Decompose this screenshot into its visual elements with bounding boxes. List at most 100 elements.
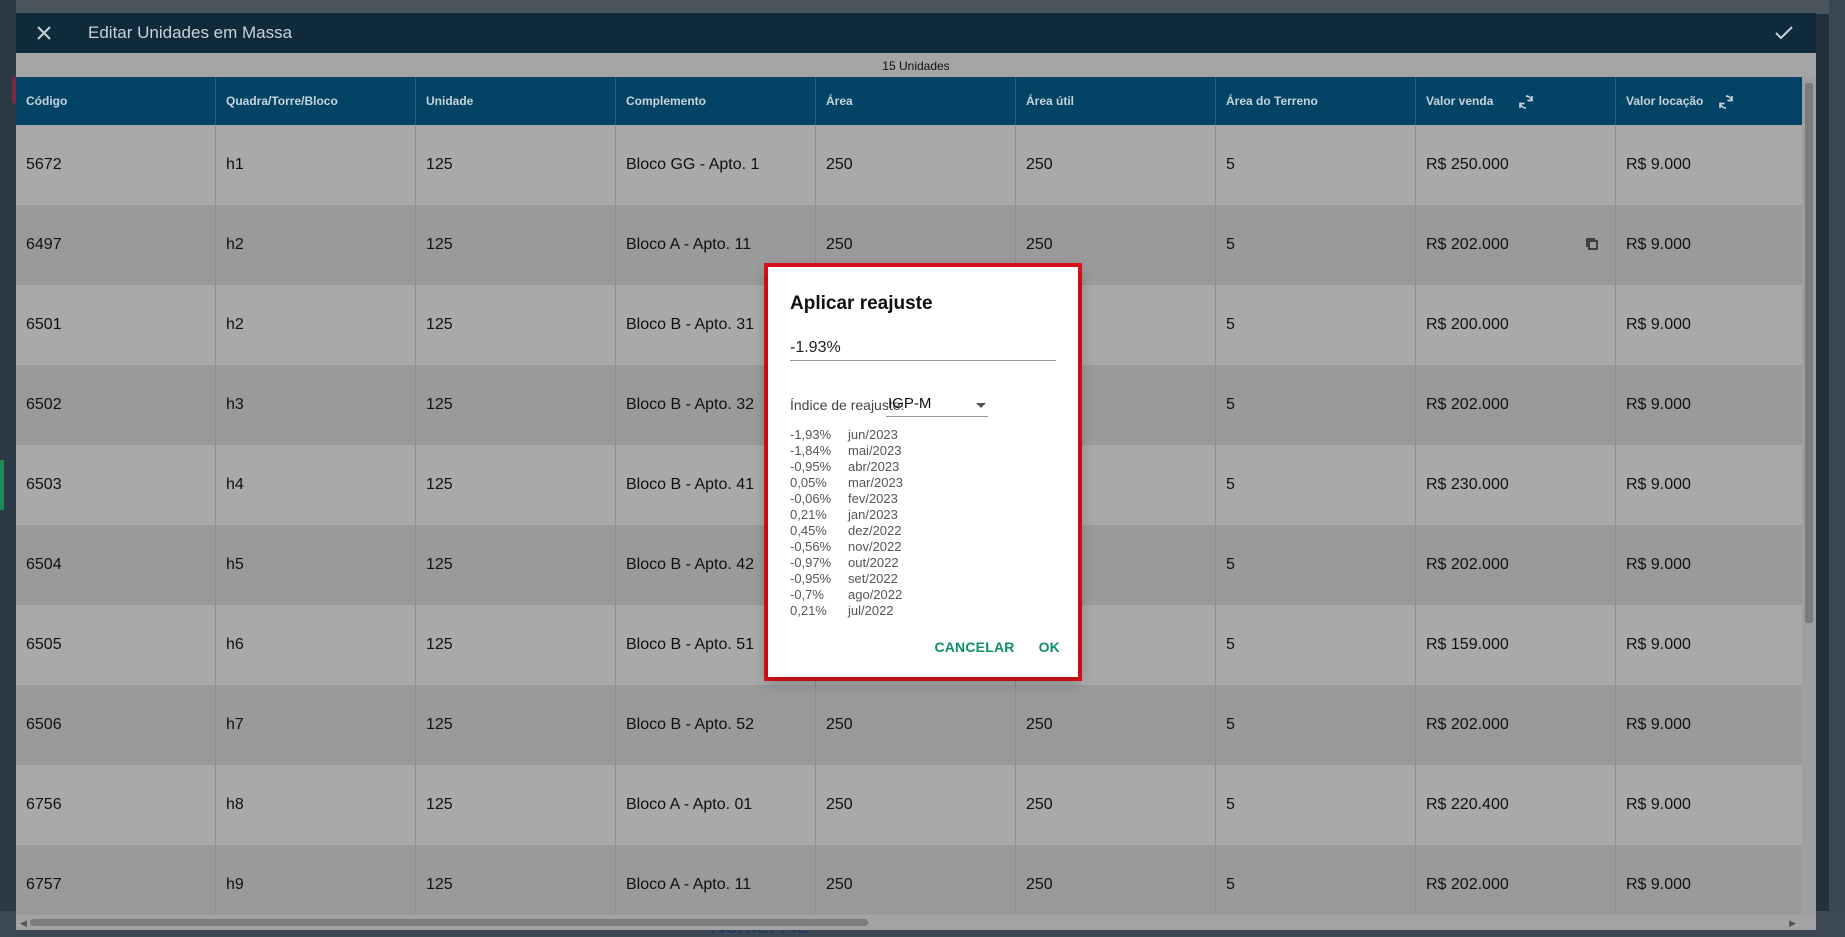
table-cell[interactable]: 5: [1216, 365, 1416, 445]
table-cell[interactable]: 125: [416, 125, 616, 205]
table-cell[interactable]: 250: [1016, 685, 1216, 765]
table-cell[interactable]: 6503: [16, 445, 216, 525]
table-cell[interactable]: R$ 9.000: [1616, 525, 1816, 605]
table-cell[interactable]: 5672: [16, 125, 216, 205]
refresh-icon[interactable]: [1715, 91, 1737, 113]
cell-value: 125: [426, 476, 453, 493]
table-cell[interactable]: R$ 9.000: [1616, 605, 1816, 685]
table-cell[interactable]: 250: [816, 125, 1016, 205]
table-cell[interactable]: R$ 230.000: [1416, 445, 1616, 525]
vertical-scrollbar[interactable]: [1802, 77, 1816, 915]
table-cell[interactable]: 6497: [16, 205, 216, 285]
table-cell[interactable]: h2: [216, 285, 416, 365]
table-row[interactable]: 6756 h8 125 Bloco A - Apto. 01 250 250 5 R$ 220…: [16, 765, 1816, 845]
table-cell[interactable]: 6501: [16, 285, 216, 365]
table-cell[interactable]: R$ 220.400: [1416, 765, 1616, 845]
table-cell[interactable]: R$ 200.000: [1416, 285, 1616, 365]
table-cell[interactable]: 125: [416, 365, 616, 445]
rate-month: mai/2023: [848, 443, 902, 458]
table-cell[interactable]: h5: [216, 525, 416, 605]
table-cell[interactable]: 125: [416, 525, 616, 605]
cell-value: h6: [226, 636, 244, 653]
table-cell[interactable]: R$ 202.000: [1416, 685, 1616, 765]
table-cell[interactable]: 5: [1216, 125, 1416, 205]
table-cell[interactable]: 5: [1216, 285, 1416, 365]
table-cell[interactable]: R$ 9.000: [1616, 205, 1816, 285]
table-cell[interactable]: 125: [416, 285, 616, 365]
cancel-button[interactable]: CANCELAR: [934, 639, 1014, 655]
table-row[interactable]: 5672 h1 125 Bloco GG - Apto. 1 250 250 5 R$ 250…: [16, 125, 1816, 205]
table-cell[interactable]: h3: [216, 365, 416, 445]
table-cell[interactable]: R$ 9.000: [1616, 285, 1816, 365]
scroll-left-icon[interactable]: ◀: [20, 918, 27, 929]
table-cell[interactable]: 125: [416, 765, 616, 845]
table-cell[interactable]: 5: [1216, 205, 1416, 285]
table-cell[interactable]: R$ 250.000: [1416, 125, 1616, 205]
table-cell[interactable]: 5: [1216, 685, 1416, 765]
scroll-right-icon[interactable]: ▶: [1789, 918, 1796, 929]
table-cell[interactable]: 250: [816, 685, 1016, 765]
table-cell[interactable]: R$ 159.000: [1416, 605, 1616, 685]
table-cell[interactable]: 5: [1216, 445, 1416, 525]
close-button[interactable]: [30, 19, 58, 47]
table-cell[interactable]: 250: [1016, 845, 1216, 915]
rate-row: -0,95% set/2022: [790, 571, 903, 587]
vertical-scroll-thumb[interactable]: [1805, 83, 1813, 623]
table-cell[interactable]: h7: [216, 685, 416, 765]
refresh-icon[interactable]: [1515, 91, 1537, 113]
horizontal-scrollbar[interactable]: ◀ ▶: [16, 915, 1816, 930]
rate-month: fev/2023: [848, 491, 898, 506]
table-cell[interactable]: 250: [816, 765, 1016, 845]
table-cell[interactable]: R$ 9.000: [1616, 365, 1816, 445]
table-cell[interactable]: h6: [216, 605, 416, 685]
table-cell[interactable]: R$ 9.000: [1616, 765, 1816, 845]
table-cell[interactable]: h4: [216, 445, 416, 525]
table-row[interactable]: 6757 h9 125 Bloco A - Apto. 11 250 250 5 R$ 202…: [16, 845, 1816, 915]
table-cell[interactable]: 5: [1216, 845, 1416, 915]
index-select[interactable]: IGP-M: [886, 393, 988, 417]
table-cell[interactable]: Bloco GG - Apto. 1: [616, 125, 816, 205]
table-cell[interactable]: 6505: [16, 605, 216, 685]
table-cell[interactable]: 6756: [16, 765, 216, 845]
table-cell[interactable]: 5: [1216, 525, 1416, 605]
adjustment-input[interactable]: [790, 335, 1056, 361]
table-cell[interactable]: R$ 202.000: [1416, 845, 1616, 915]
cell-value: R$ 9.000: [1626, 796, 1691, 813]
table-cell[interactable]: 5: [1216, 765, 1416, 845]
rate-percent: -0,95%: [790, 459, 832, 474]
table-cell[interactable]: 125: [416, 685, 616, 765]
table-cell[interactable]: h1: [216, 125, 416, 205]
table-cell[interactable]: 125: [416, 445, 616, 525]
table-cell[interactable]: 250: [1016, 765, 1216, 845]
table-cell[interactable]: 6506: [16, 685, 216, 765]
table-row[interactable]: 6506 h7 125 Bloco B - Apto. 52 250 250 5 R$ 202…: [16, 685, 1816, 765]
table-cell[interactable]: Bloco A - Apto. 01: [616, 765, 816, 845]
table-cell[interactable]: h2: [216, 205, 416, 285]
table-cell[interactable]: 125: [416, 205, 616, 285]
table-cell[interactable]: 125: [416, 605, 616, 685]
table-cell[interactable]: 6502: [16, 365, 216, 445]
table-cell[interactable]: R$ 9.000: [1616, 845, 1816, 915]
dialog-title: Aplicar reajuste: [790, 293, 933, 314]
column-header-label: Valor locação: [1626, 94, 1704, 108]
table-cell[interactable]: 250: [1016, 125, 1216, 205]
table-cell[interactable]: Bloco B - Apto. 52: [616, 685, 816, 765]
ok-button[interactable]: OK: [1039, 639, 1060, 655]
table-cell[interactable]: R$ 202.000: [1416, 365, 1616, 445]
table-cell[interactable]: R$ 202.000: [1416, 525, 1616, 605]
table-cell[interactable]: h8: [216, 765, 416, 845]
confirm-button[interactable]: [1770, 19, 1798, 47]
table-cell[interactable]: 6757: [16, 845, 216, 915]
table-cell[interactable]: 5: [1216, 605, 1416, 685]
copy-icon[interactable]: [1585, 237, 1601, 253]
horizontal-scroll-thumb[interactable]: [30, 919, 868, 926]
table-cell[interactable]: R$ 9.000: [1616, 445, 1816, 525]
table-cell[interactable]: 250: [816, 845, 1016, 915]
table-cell[interactable]: 125: [416, 845, 616, 915]
table-cell[interactable]: h9: [216, 845, 416, 915]
table-cell[interactable]: R$ 9.000: [1616, 685, 1816, 765]
table-cell[interactable]: R$ 202.000: [1416, 205, 1616, 285]
table-cell[interactable]: Bloco A - Apto. 11: [616, 845, 816, 915]
table-cell[interactable]: 6504: [16, 525, 216, 605]
table-cell[interactable]: R$ 9.000: [1616, 125, 1816, 205]
